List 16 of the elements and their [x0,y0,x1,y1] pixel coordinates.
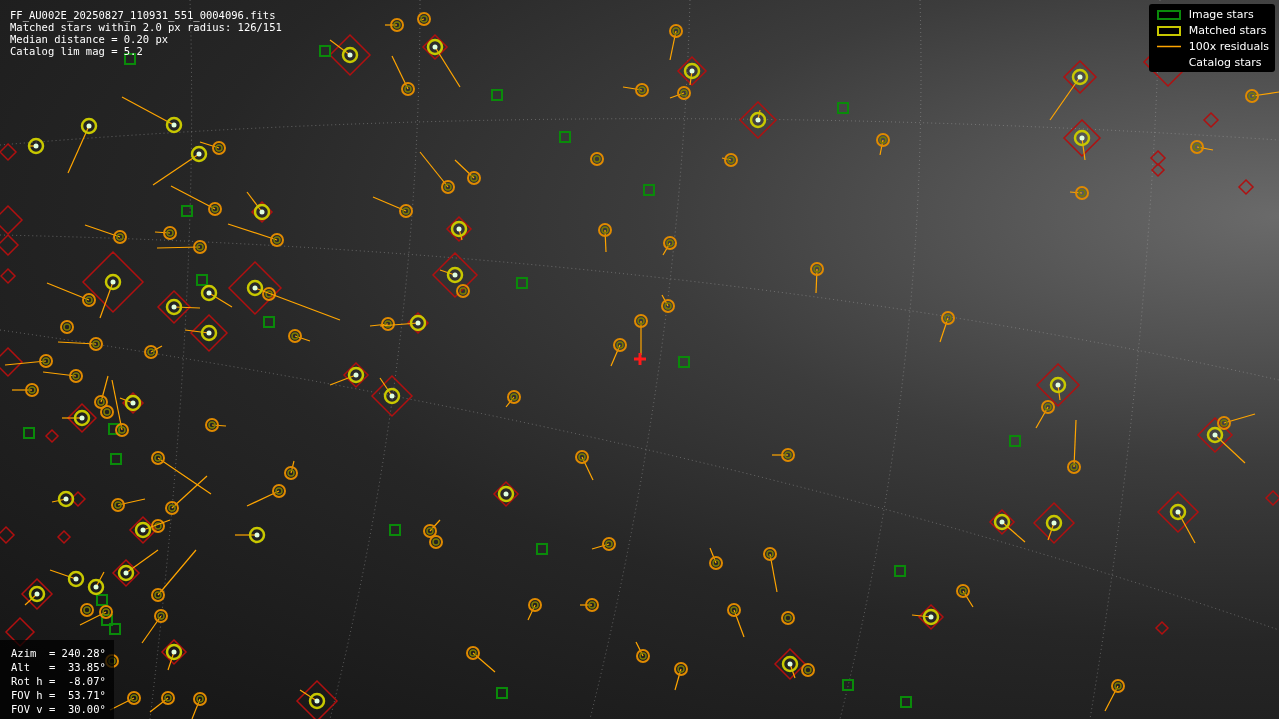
info-text: Median distance = 0.20 px [10,33,170,45]
pointing-text: FOV h = 53.71° [11,689,106,701]
line-marker-icon [1156,45,1181,48]
info-text: FF_AU002E_20250827_110931_551_0004096.fits [10,9,277,21]
info-text: Matched stars within 2.0 px radius: 126/151 [10,21,282,33]
legend-label: Matched stars [1188,24,1267,37]
pointing-text: FOV v = 30.00° [11,703,106,715]
pointing-text: Azim = 240.28° [11,647,106,659]
pointing-text: Rot h = -8.07° [11,675,106,687]
square-marker-icon [1156,9,1181,20]
info-text: Catalog lim mag = 5.2 [10,45,144,57]
square-marker-icon [1156,25,1181,36]
legend-label: Image stars [1188,8,1254,21]
legend-label: 100x residuals [1188,40,1269,53]
pointing-text: Alt = 33.85° [11,661,106,673]
legend-label: Catalog stars [1188,56,1262,69]
